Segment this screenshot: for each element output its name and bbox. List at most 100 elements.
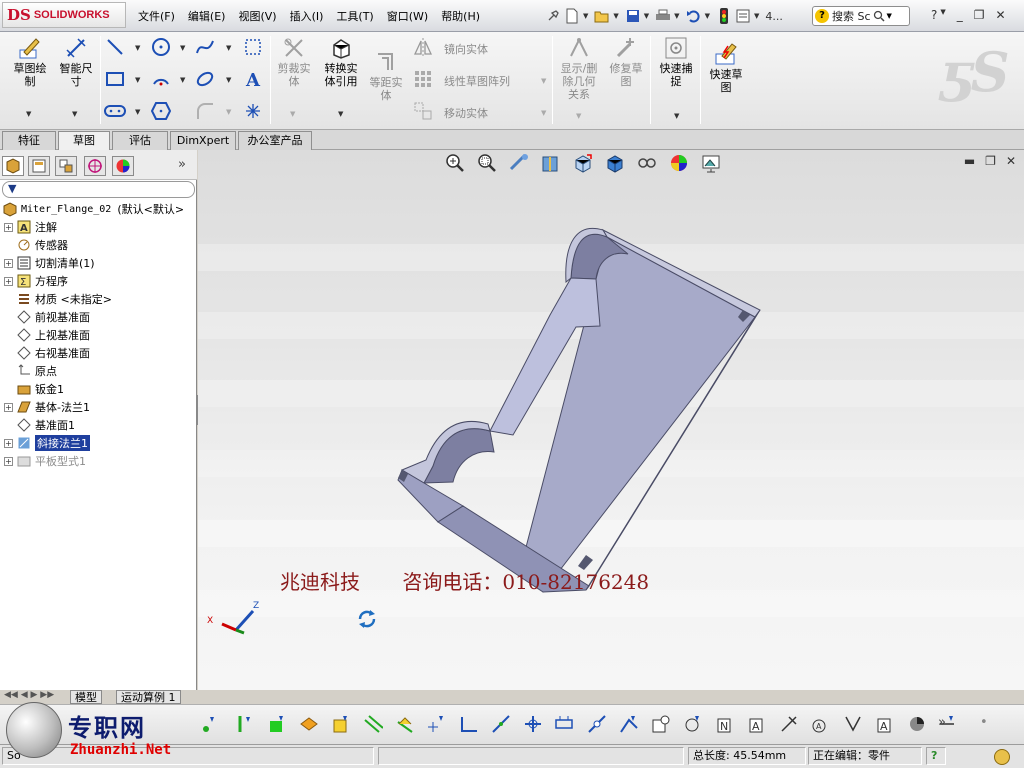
symmetric-relation-icon[interactable] (522, 713, 544, 735)
fix-relation-icon[interactable] (266, 713, 288, 735)
annotation-relation-icon[interactable]: A (874, 713, 896, 735)
undo-dropdown-arrow[interactable]: ▼ (705, 12, 710, 20)
rapid-sketch-button[interactable]: 快速草 图 (704, 42, 748, 94)
line-dropdown-arrow[interactable]: ▼ (135, 44, 140, 52)
tree-item[interactable]: + 基体-法兰1 (4, 398, 90, 416)
feature-filter-input[interactable]: ▼ (2, 181, 195, 198)
pin-icon[interactable] (545, 8, 561, 24)
slot-dropdown-arrow[interactable]: ▼ (135, 108, 140, 116)
tab-office-products[interactable]: 办公室产品 (238, 131, 312, 150)
tree-root[interactable]: Miter_Flange_02 (默认<默认> (2, 200, 184, 218)
tree-item[interactable]: 右视基准面 (4, 344, 90, 362)
print-icon[interactable] (655, 8, 671, 24)
vertical-relation-icon[interactable] (234, 713, 256, 735)
mirror-label[interactable]: 镜向实体 (444, 41, 488, 57)
open-dropdown-arrow[interactable]: ▼ (613, 12, 618, 20)
repair-sketch-button[interactable]: 修复草 图 (606, 36, 646, 88)
tree-item[interactable]: + 平板型式1 (4, 452, 86, 470)
display-delete-relations-button[interactable]: 显示/删 除几何 关系 (556, 36, 602, 101)
slot-icon[interactable] (104, 100, 126, 122)
help-icon[interactable]: ? (931, 8, 937, 22)
save-icon[interactable] (625, 8, 641, 24)
expand-toggle-icon[interactable]: + (4, 456, 13, 466)
property-manager-tab-icon[interactable] (28, 156, 50, 176)
mirror-entities-icon[interactable] (412, 36, 434, 58)
sketch-button[interactable]: 草图绘 制 (8, 36, 52, 88)
expand-toggle-icon[interactable]: + (4, 258, 13, 268)
sketch-dropdown-arrow[interactable]: ▼ (26, 110, 31, 118)
close-icon[interactable]: ✕ (996, 8, 1006, 22)
ellipse-dropdown-arrow[interactable]: ▼ (226, 76, 231, 84)
tree-item[interactable]: 基准面1 (4, 416, 75, 434)
undo-icon[interactable] (686, 8, 702, 24)
toolbar-overflow-chevron-icon[interactable]: » (938, 715, 946, 730)
dimension-relation-icon[interactable] (554, 713, 576, 735)
concentric-relation-icon[interactable] (618, 713, 640, 735)
fillet-dropdown-arrow[interactable]: ▼ (226, 108, 231, 116)
expand-toggle-icon[interactable]: + (4, 276, 13, 286)
menu-help[interactable]: 帮助(H) (441, 8, 480, 24)
dimxpert-manager-tab-icon[interactable] (84, 156, 106, 176)
help-dropdown-arrow[interactable]: ▼ (940, 8, 945, 22)
rectangle-icon[interactable] (104, 68, 126, 90)
tree-item[interactable]: 原点 (4, 362, 57, 380)
toolbar-dot-icon[interactable]: • (980, 715, 988, 730)
print-dropdown-arrow[interactable]: ▼ (674, 12, 679, 20)
menu-edit[interactable]: 编辑(E) (188, 8, 226, 24)
quick-snaps-button[interactable]: 快速捕 捉 (654, 36, 698, 88)
tree-item[interactable]: + Σ 方程序 (4, 272, 68, 290)
coincident-relation-icon[interactable] (200, 713, 222, 735)
midpoint-relation-icon[interactable] (490, 713, 512, 735)
spline-dropdown-arrow[interactable]: ▼ (226, 44, 231, 52)
text-relation-icon[interactable]: A (746, 713, 768, 735)
sketch-fillet-box-icon[interactable] (242, 36, 264, 58)
move-entities-icon[interactable] (412, 100, 434, 122)
tree-item[interactable]: + 斜接法兰1 (4, 434, 90, 452)
offset-entities-button[interactable]: 等距实 体 (366, 50, 406, 102)
tree-item[interactable]: 传感器 (4, 236, 68, 254)
search-icon[interactable] (873, 10, 885, 22)
rectangle-dropdown-arrow[interactable]: ▼ (135, 76, 140, 84)
circle-dropdown-arrow[interactable]: ▼ (180, 44, 185, 52)
parallel-relation-icon[interactable] (362, 713, 384, 735)
equal-curve-relation-icon[interactable]: A (810, 713, 832, 735)
arc-dropdown-arrow[interactable]: ▼ (180, 76, 185, 84)
tab-sketch[interactable]: 草图 (58, 131, 110, 151)
display-manager-tab-icon[interactable] (112, 156, 134, 176)
panel-expand-chevron-icon[interactable]: » (178, 157, 186, 172)
expand-toggle-icon[interactable]: + (4, 222, 13, 232)
tab-features[interactable]: 特征 (2, 131, 56, 150)
properties-dropdown-arrow[interactable]: ▼ (754, 12, 759, 20)
sketch-fillet-icon[interactable] (194, 100, 216, 122)
spline-icon[interactable] (194, 36, 216, 58)
menu-tools[interactable]: 工具(T) (336, 8, 373, 24)
sphere-relation-icon[interactable] (906, 713, 928, 735)
tree-item[interactable]: + 切割清单(1) (4, 254, 95, 272)
ellipse-icon[interactable] (194, 68, 216, 90)
normal-relation-icon[interactable]: N (714, 713, 736, 735)
search-box[interactable]: ? 搜索 Sc ▼ (812, 6, 910, 26)
polygon-icon[interactable] (150, 100, 172, 122)
menu-file[interactable]: 文件(F) (138, 8, 175, 24)
menu-view[interactable]: 视图(V) (238, 8, 276, 24)
linear-pattern-label[interactable]: 线性草图阵列 (444, 73, 510, 89)
tree-item[interactable]: 钣金1 (4, 380, 64, 398)
snaps-dropdown-arrow[interactable]: ▼ (674, 112, 679, 120)
toolbar-overflow[interactable]: 4... (765, 10, 783, 23)
trim-dropdown-arrow[interactable]: ▼ (290, 110, 295, 118)
pattern-dropdown-arrow[interactable]: ▼ (541, 77, 546, 85)
tab-dimxpert[interactable]: DimXpert (170, 131, 236, 150)
move-dropdown-arrow[interactable]: ▼ (541, 109, 546, 117)
smart-dimension-button[interactable]: 智能尺 寸 (54, 36, 98, 88)
solidworks-logo[interactable]: DS SOLIDWORKS (2, 2, 126, 28)
menu-window[interactable]: 窗口(W) (387, 8, 428, 24)
status-help-icon[interactable]: ? (926, 747, 946, 765)
add-relation-icon[interactable] (650, 713, 672, 735)
graphics-area[interactable]: ▬ ❐ ✕ 兆迪科技 咨询电话：010-82176248 Z X (198, 150, 1024, 690)
model-render[interactable] (198, 150, 1024, 690)
expand-toggle-icon[interactable]: + (4, 438, 13, 448)
new-document-icon[interactable] (564, 8, 580, 24)
point-icon[interactable] (242, 100, 264, 122)
minimize-icon[interactable]: _ (957, 8, 963, 22)
relations-dropdown-arrow[interactable]: ▼ (576, 112, 581, 120)
